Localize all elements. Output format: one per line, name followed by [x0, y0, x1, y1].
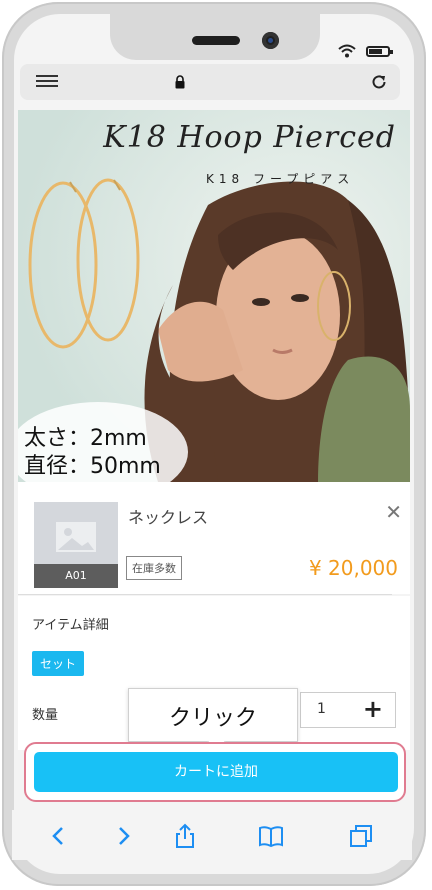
battery-icon [366, 45, 393, 57]
back-icon[interactable] [46, 823, 72, 849]
remove-item-icon[interactable]: ✕ [385, 500, 402, 524]
image-placeholder-icon [56, 522, 96, 552]
divider [18, 594, 392, 595]
product-price: ¥ 20,000 [308, 556, 398, 580]
click-tooltip: クリック [128, 688, 298, 751]
speaker-grille [192, 36, 240, 45]
item-detail-label: アイテム詳細 [32, 618, 109, 633]
stock-badge: 在庫多数 [126, 556, 182, 580]
reader-menu-icon[interactable] [36, 75, 58, 89]
lock-icon [175, 75, 185, 89]
product-thumbnail[interactable]: A01 [34, 502, 118, 588]
tabs-icon[interactable] [348, 823, 374, 849]
tooltip-text: クリック [168, 706, 257, 731]
bookmarks-icon[interactable] [258, 823, 284, 849]
quantity-stepper[interactable]: 1 + [300, 692, 396, 728]
reload-icon[interactable] [370, 73, 388, 91]
add-to-cart-button[interactable]: カートに追加 [34, 752, 398, 792]
set-tag[interactable]: セット [32, 651, 85, 676]
hero-subtitle: K18 フープピアス [206, 172, 355, 186]
cart-item: A01 ネックレス ✕ 在庫多数 ¥ 20,000 [18, 482, 410, 594]
share-icon[interactable] [172, 823, 198, 849]
address-bar[interactable] [20, 64, 400, 100]
hero-banner[interactable]: K18 Hoop Pierced K18 フープピアス 太さ：2mm 直径：50… [18, 110, 410, 482]
product-code: A01 [34, 564, 118, 588]
quantity-label: 数量 [32, 708, 59, 723]
product-name: ネックレス [128, 508, 209, 527]
hero-title: K18 Hoop Pierced [103, 120, 396, 155]
status-bar [338, 44, 393, 58]
browser-toolbar [12, 810, 412, 860]
quantity-value[interactable]: 1 [317, 701, 326, 717]
phone-notch [110, 14, 320, 60]
diameter-text: 直径：50mm [24, 454, 161, 479]
plus-icon[interactable]: + [363, 695, 383, 723]
forward-icon[interactable] [110, 823, 136, 849]
front-camera [262, 32, 279, 49]
wifi-icon [338, 44, 356, 58]
